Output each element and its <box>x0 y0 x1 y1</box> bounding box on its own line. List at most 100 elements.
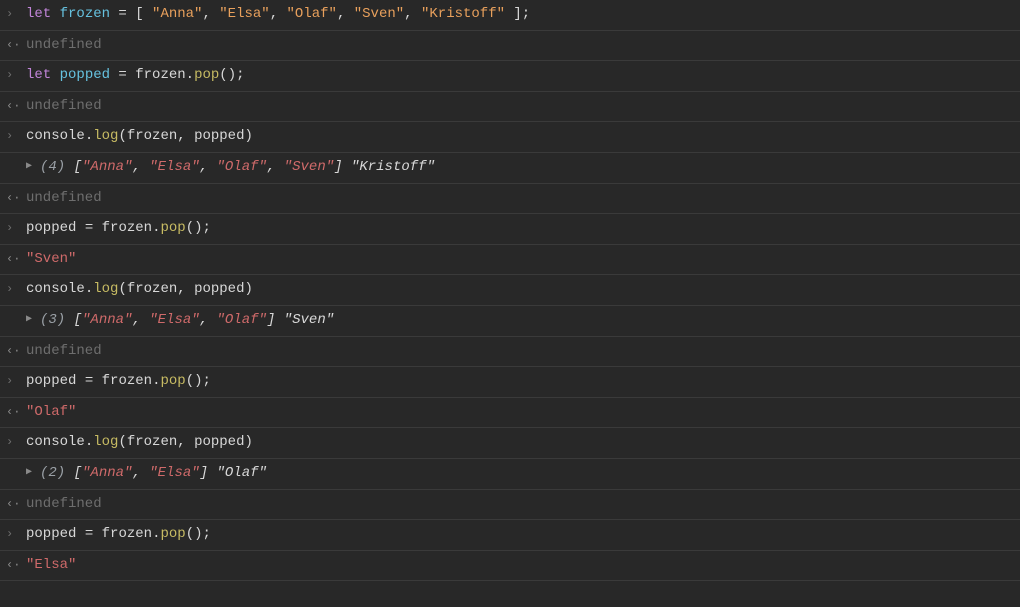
console-input-row[interactable]: ›console.log(frozen, popped) <box>0 428 1020 459</box>
console-input-row[interactable]: ›popped = frozen.pop(); <box>0 367 1020 398</box>
input-prompt-icon: › <box>6 280 26 298</box>
code-token: popped <box>60 67 110 83</box>
code-token: [ <box>74 159 82 175</box>
code-token: frozen <box>127 281 177 297</box>
code-token: "Anna" <box>82 465 132 481</box>
console-log-row[interactable]: ▶(3) ["Anna", "Elsa", "Olaf"] "Sven" <box>0 306 1020 337</box>
code-token: ) <box>245 281 253 297</box>
code-token: "Sven" <box>354 6 404 22</box>
console-input-row[interactable]: ›let frozen = [ "Anna", "Elsa", "Olaf", … <box>0 0 1020 31</box>
console-log-row[interactable]: ▶(2) ["Anna", "Elsa"] "Olaf" <box>0 459 1020 490</box>
log-output: (3) ["Anna", "Elsa", "Olaf"] "Sven" <box>40 311 1012 331</box>
code-token: ]; <box>505 6 530 22</box>
code-token: "Elsa" <box>219 6 269 22</box>
code-token: "Olaf" <box>287 6 337 22</box>
console-input-row[interactable]: ›console.log(frozen, popped) <box>0 122 1020 153</box>
code-token: , <box>270 6 287 22</box>
console-input-row[interactable]: ›console.log(frozen, popped) <box>0 275 1020 306</box>
code-token: log <box>93 434 118 450</box>
console-output-row: ‹·undefined <box>0 184 1020 215</box>
code-token: let <box>26 6 60 22</box>
console-input-row[interactable]: ›let popped = frozen.pop(); <box>0 61 1020 92</box>
code-token: , <box>177 434 194 450</box>
console-output-row: ‹·undefined <box>0 337 1020 368</box>
output-return-icon: ‹· <box>6 36 26 54</box>
code-token: , <box>132 465 149 481</box>
code-line: console.log(frozen, popped) <box>26 433 1012 453</box>
output-return-icon: ‹· <box>6 250 26 268</box>
code-line: popped = frozen.pop(); <box>26 219 1012 239</box>
output-return-icon: ‹· <box>6 495 26 513</box>
code-token: "Olaf" <box>216 465 266 481</box>
code-line: console.log(frozen, popped) <box>26 280 1012 300</box>
code-token: [ <box>74 312 82 328</box>
result-value: "Sven" <box>26 250 1012 270</box>
code-token: . <box>85 434 93 450</box>
code-token: popped <box>26 373 76 389</box>
expand-triangle-icon[interactable]: ▶ <box>26 311 40 327</box>
console-log-row[interactable]: ▶(4) ["Anna", "Elsa", "Olaf", "Sven"] "K… <box>0 153 1020 184</box>
code-token: let <box>26 67 60 83</box>
code-token: "Sven" <box>26 251 76 267</box>
code-token: ] <box>200 465 208 481</box>
code-token: = <box>76 373 101 389</box>
input-prompt-icon: › <box>6 66 26 84</box>
code-line: popped = frozen.pop(); <box>26 372 1012 392</box>
code-token: "Kristoff" <box>421 6 505 22</box>
code-token: . <box>85 128 93 144</box>
result-value: "Elsa" <box>26 556 1012 576</box>
console-output-row: ‹·"Sven" <box>0 245 1020 276</box>
code-token: (); <box>186 220 211 236</box>
code-token: ( <box>118 281 126 297</box>
code-token: , <box>202 6 219 22</box>
code-token: , <box>200 312 217 328</box>
console-input-row[interactable]: ›popped = frozen.pop(); <box>0 214 1020 245</box>
code-token: [ <box>74 465 82 481</box>
code-token: frozen <box>127 128 177 144</box>
code-token: "Anna" <box>82 159 132 175</box>
output-return-icon: ‹· <box>6 342 26 360</box>
code-token: console <box>26 128 85 144</box>
console-output-row: ‹·undefined <box>0 31 1020 62</box>
code-token: (); <box>219 67 244 83</box>
code-token: pop <box>160 526 185 542</box>
code-token: , <box>404 6 421 22</box>
result-value: "Olaf" <box>26 403 1012 423</box>
code-token: "Kristoff" <box>351 159 435 175</box>
code-token: , <box>267 159 284 175</box>
code-token: frozen <box>135 67 185 83</box>
code-token: "Olaf" <box>216 312 266 328</box>
undefined-result: undefined <box>26 342 1012 362</box>
undefined-result: undefined <box>26 97 1012 117</box>
code-token: frozen <box>102 220 152 236</box>
undefined-result: undefined <box>26 495 1012 515</box>
code-token: popped <box>26 220 76 236</box>
console-output-row: ‹·undefined <box>0 92 1020 123</box>
input-prompt-icon: › <box>6 219 26 237</box>
code-token: console <box>26 281 85 297</box>
code-token: (); <box>186 373 211 389</box>
expand-triangle-icon[interactable]: ▶ <box>26 158 40 174</box>
code-token: , <box>132 159 149 175</box>
code-token: popped <box>194 434 244 450</box>
code-token: pop <box>194 67 219 83</box>
code-token: "Elsa" <box>149 159 199 175</box>
code-token: (3) <box>40 312 74 328</box>
code-line: popped = frozen.pop(); <box>26 525 1012 545</box>
code-token: frozen <box>60 6 110 22</box>
output-return-icon: ‹· <box>6 189 26 207</box>
expand-triangle-icon[interactable]: ▶ <box>26 464 40 480</box>
code-token: ( <box>118 434 126 450</box>
output-return-icon: ‹· <box>6 97 26 115</box>
code-token: "Anna" <box>82 312 132 328</box>
code-token: "Olaf" <box>26 404 76 420</box>
console-input-row[interactable]: ›popped = frozen.pop(); <box>0 520 1020 551</box>
code-token: log <box>93 128 118 144</box>
input-prompt-icon: › <box>6 5 26 23</box>
input-prompt-icon: › <box>6 127 26 145</box>
console-output-row: ‹·undefined <box>0 490 1020 521</box>
input-prompt-icon: › <box>6 525 26 543</box>
log-output: (4) ["Anna", "Elsa", "Olaf", "Sven"] "Kr… <box>40 158 1012 178</box>
code-token: "Sven" <box>284 159 334 175</box>
code-token: frozen <box>127 434 177 450</box>
